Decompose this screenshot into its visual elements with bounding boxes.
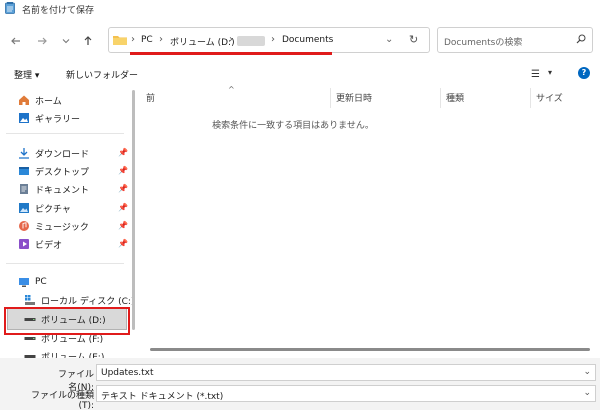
pin-icon: 📌 <box>118 203 128 212</box>
column-header-type[interactable]: 種類 <box>446 91 464 104</box>
breadcrumb-separator: › <box>271 34 275 45</box>
address-bar[interactable]: › PC › ボリューム (D:) › › Documents ⌄ ↻ <box>108 27 430 53</box>
title-bar: 名前を付けて保存 <box>0 0 600 18</box>
sidebar-item-desktop[interactable]: デスクトップ <box>18 163 89 179</box>
sidebar-item-volume-e[interactable]: ボリューム (E:) <box>24 348 104 358</box>
sidebar-divider <box>6 133 124 134</box>
command-bar: 整理 ▾ 新しいフォルダー ☰ ▾ ? <box>0 64 600 84</box>
chevron-down-icon[interactable] <box>59 34 73 48</box>
filetype-select[interactable]: テキスト ドキュメント (*.txt) ⌄ <box>96 385 596 402</box>
pc-icon <box>18 276 30 288</box>
annotation-highlight-box <box>4 307 130 335</box>
sort-indicator-icon: ^ <box>228 85 235 94</box>
documents-icon <box>18 183 30 195</box>
view-options-icon[interactable]: ☰ <box>531 69 540 80</box>
home-icon <box>18 94 30 106</box>
file-list: ^ 前 更新日時 種類 サイズ 検索条件に一致する項目はありません。 <box>138 85 600 358</box>
sidebar-item-home[interactable]: ホーム <box>18 92 62 108</box>
forward-arrow-icon[interactable] <box>35 34 49 48</box>
column-header-size[interactable]: サイズ <box>536 91 563 104</box>
back-arrow-icon[interactable] <box>9 34 23 48</box>
window-title: 名前を付けて保存 <box>22 6 95 16</box>
filename-value: Updates.txt <box>101 368 154 378</box>
sidebar-item-downloads[interactable]: ダウンロード <box>18 145 89 161</box>
notepad-icon <box>5 2 15 14</box>
pin-icon: 📌 <box>118 239 128 248</box>
redacted-folder <box>237 36 265 46</box>
sidebar-item-pc[interactable]: PC <box>18 274 47 290</box>
annotation-underline <box>130 52 332 55</box>
disk-icon <box>24 294 36 306</box>
pin-icon: 📌 <box>118 148 128 157</box>
column-divider[interactable] <box>440 88 441 108</box>
help-icon[interactable]: ? <box>578 67 590 79</box>
filename-field[interactable]: Updates.txt ⌄ <box>96 364 596 381</box>
breadcrumb-separator: › <box>159 34 163 45</box>
view-dropdown-icon[interactable]: ▾ <box>548 68 552 77</box>
filetype-label: ファイルの種類(T): <box>30 391 94 410</box>
filetype-value: テキスト ドキュメント (*.txt) <box>101 392 224 402</box>
drive-icon <box>24 350 36 358</box>
breadcrumb-separator: › <box>131 34 135 45</box>
navigation-bar: › PC › ボリューム (D:) › › Documents ⌄ ↻ Docu… <box>0 22 600 62</box>
breadcrumb-separator: › <box>229 34 233 45</box>
search-box[interactable]: Documentsの検索 <box>437 27 593 53</box>
download-icon <box>18 147 30 159</box>
pin-icon: 📌 <box>118 221 128 230</box>
column-header-name[interactable]: 前 <box>146 91 155 104</box>
breadcrumb-volume-d[interactable]: ボリューム (D:) <box>170 35 235 48</box>
music-icon <box>18 220 30 232</box>
new-folder-button[interactable]: 新しいフォルダー <box>66 68 138 81</box>
desktop-icon <box>18 165 30 177</box>
sidebar-divider <box>6 263 124 264</box>
videos-icon <box>18 238 30 250</box>
sidebar-item-local-disk-c[interactable]: ローカル ディスク (C:) <box>24 292 134 308</box>
sidebar-item-pictures[interactable]: ピクチャ <box>18 200 71 216</box>
filename-history-chevron-icon[interactable]: ⌄ <box>583 367 591 377</box>
sidebar-item-videos[interactable]: ビデオ <box>18 236 62 252</box>
search-placeholder: Documentsの検索 <box>444 38 523 48</box>
refresh-icon[interactable]: ↻ <box>409 33 418 46</box>
pin-icon: 📌 <box>118 184 128 193</box>
pin-icon: 📌 <box>118 166 128 175</box>
column-divider[interactable] <box>530 88 531 108</box>
filetype-chevron-icon[interactable]: ⌄ <box>583 388 591 398</box>
organize-button[interactable]: 整理 ▾ <box>14 68 39 81</box>
column-divider[interactable] <box>330 88 331 108</box>
sidebar-item-documents[interactable]: ドキュメント <box>18 181 89 197</box>
breadcrumb-documents[interactable]: Documents <box>282 35 333 45</box>
save-footer: ファイル名(N): Updates.txt ⌄ ファイルの種類(T): テキスト… <box>0 358 600 410</box>
pictures-icon <box>18 202 30 214</box>
breadcrumb-pc[interactable]: PC <box>141 35 153 45</box>
horizontal-scrollbar[interactable] <box>150 348 590 351</box>
address-dropdown-icon[interactable]: ⌄ <box>385 34 393 45</box>
sidebar-item-gallery[interactable]: ギャラリー <box>18 110 80 126</box>
folder-icon <box>113 36 127 45</box>
up-arrow-icon[interactable] <box>81 34 95 48</box>
gallery-icon <box>18 112 30 124</box>
sidebar-item-music[interactable]: ミュージック <box>18 218 89 234</box>
column-header-modified[interactable]: 更新日時 <box>336 91 372 104</box>
search-icon[interactable] <box>576 34 586 44</box>
empty-list-message: 検索条件に一致する項目はありません。 <box>212 121 374 131</box>
sidebar-scrollbar[interactable] <box>132 90 135 330</box>
